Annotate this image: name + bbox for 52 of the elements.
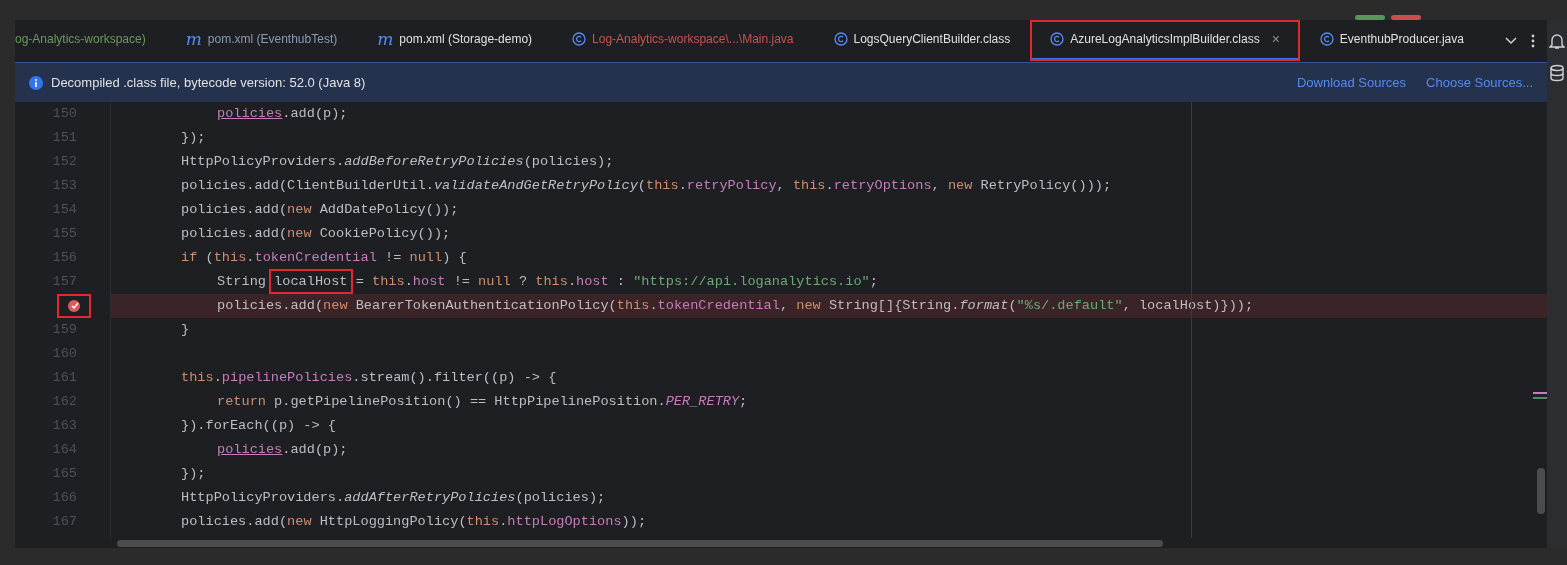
tab-label: Log-Analytics-workspace\...\Main.java [592,31,794,48]
bell-icon[interactable] [1549,32,1565,50]
code-line: policies.add(new AddDatePolicy()); [181,200,459,219]
vertical-scrollbar-thumb[interactable] [1537,468,1545,514]
horizontal-scrollbar-thumb[interactable] [117,539,1163,547]
banner-link[interactable]: Download Sources [1296,72,1407,93]
editor-tab[interactable]: EventhubProducer.java [1299,20,1484,61]
close-icon[interactable]: × [1271,28,1280,50]
code-line: }).forEach((p) -> { [181,416,336,435]
code-line: HttpPolicyProviders.addBeforeRetryPolicies(policies); [181,152,614,171]
class-icon [572,32,587,46]
code-line: policies.add(p); [217,104,348,123]
editor-tab[interactable]: og-Analytics-workspace) [15,20,166,61]
info-icon [29,75,43,90]
tab-label: EventhubProducer.java [1339,31,1464,48]
tab-label: AzureLogAnalyticsImplBuilder.class [1070,31,1260,48]
tab-label: LogsQueryClientBuilder.class [853,31,1011,48]
code-line: policies.add(new HttpLoggingPolicy(this.httpLogOptions)); [181,512,647,531]
more-icon[interactable] [1531,33,1535,48]
maven-icon: m [377,30,394,48]
editor-tab[interactable]: LogsQueryClientBuilder.class [813,20,1031,61]
window-control-icon[interactable] [1391,15,1421,20]
code-line: this.pipelinePolicies.stream().filter((p) -> { [181,368,557,387]
code-line: policies.add(p); [217,440,348,459]
window-control-icon[interactable] [1355,15,1385,20]
code-line: } [181,320,190,339]
code-line: return p.getPipelinePosition() == HttpPipelinePosition.PER_RETRY; [217,392,748,411]
editor-tab[interactable]: m pom.xml (Storage-demo) [357,20,553,61]
class-icon [833,32,848,46]
code-line: String localHost = this.host != null ? this.host : "https://api.loganalytics.io"; [217,271,878,293]
breakpoint-marker[interactable] [59,296,89,316]
error-stripe-icon [1533,392,1547,399]
editor-tab[interactable]: Log-Analytics-workspace\...\Main.java [552,20,814,61]
chevron-down-icon[interactable] [1505,36,1517,45]
banner-text: Decompiled .class file, bytecode version: 52.0 (Java 8) [51,73,366,92]
tab-label: pom.xml (Storage-demo) [399,31,533,48]
code-line: }); [181,128,206,147]
code-line: policies.add(new CookiePolicy()); [181,224,451,243]
class-icon [1319,32,1334,46]
tab-label: og-Analytics-workspace) [15,31,146,48]
breakpoint-icon[interactable] [67,299,81,313]
editor-tab[interactable]: m pom.xml (EventhubTest) [165,20,358,61]
tab-label: pom.xml (EventhubTest) [207,31,338,48]
class-icon [1050,32,1065,46]
code-line: policies.add(ClientBuilderUtil.validateAndGetRetryPolicy(this.retryPolicy, this.retryOptions, new RetryPolicy())); [181,176,1112,195]
code-line: HttpPolicyProviders.addAfterRetryPolicies(policies); [181,488,606,507]
code-line: policies.add(new BearerTokenAuthenticationPolicy(this.tokenCredential, new String[]{String.format("%s/.default", localHost)})); [217,296,1254,315]
code-line: if (this.tokenCredential != null) { [181,248,467,267]
banner-link[interactable]: Choose Sources... [1426,72,1533,93]
code-line: }); [181,464,206,483]
maven-icon: m [185,30,202,48]
database-icon[interactable] [1549,64,1565,82]
